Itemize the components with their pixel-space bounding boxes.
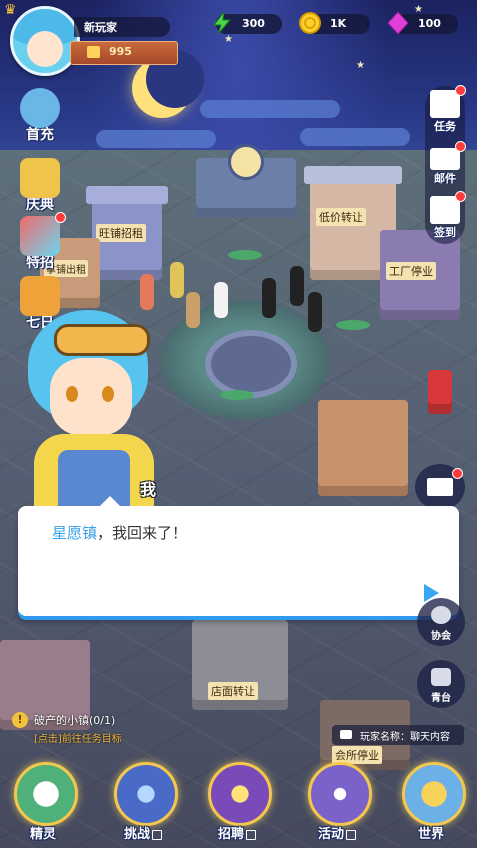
phone-booth[interactable] xyxy=(428,370,452,414)
menu-mail-label: 邮件 xyxy=(434,172,456,185)
special-recruit-icon xyxy=(20,212,66,256)
story-book-button[interactable] xyxy=(415,464,465,510)
shop-sign: 旺铺招租 xyxy=(96,224,146,242)
chat-text: 玩家名称：聊天内容 xyxy=(360,732,450,743)
chat-icon xyxy=(340,730,352,739)
star: ★ xyxy=(224,34,233,45)
shop-sign: 店面转让 xyxy=(208,682,258,700)
ruined-building[interactable]: 店面转让 xyxy=(192,620,288,710)
shop-sign: 工厂停业 xyxy=(386,262,436,280)
star-badge-icon xyxy=(308,762,372,826)
lock-icon xyxy=(152,829,162,840)
dialogue-body: ，我回来了！ xyxy=(97,524,188,542)
cloud xyxy=(300,128,410,146)
dialogue-text: 星愿镇，我回来了！ xyxy=(52,522,187,543)
menu-tasks[interactable]: 任务 xyxy=(427,85,466,134)
star: ★ xyxy=(356,60,365,71)
energy-value: 300 xyxy=(242,17,265,30)
panda-icon xyxy=(14,762,78,826)
coin-resource[interactable]: 1K xyxy=(299,12,370,34)
shop-sign: 低价转让 xyxy=(316,208,366,226)
task-book-icon xyxy=(430,85,466,118)
cloud xyxy=(96,130,216,148)
book-icon xyxy=(427,478,453,496)
palm-tree xyxy=(228,250,262,260)
gold-chest-icon xyxy=(87,46,100,58)
crown-icon: ♛ xyxy=(4,2,17,18)
player-gold-plate[interactable]: 995 xyxy=(70,41,178,65)
clock-tower-building[interactable] xyxy=(196,144,296,218)
menu-signin-label: 签到 xyxy=(434,226,456,239)
clock-icon xyxy=(228,144,264,180)
nav-world-label: 世界 xyxy=(417,827,444,842)
player-gold-value: 995 xyxy=(109,45,132,58)
nav-activity-label: 活动 xyxy=(300,823,374,842)
vortex-icon xyxy=(114,762,178,826)
fountain[interactable] xyxy=(205,330,297,398)
world-map-icon xyxy=(402,762,466,826)
dialogue-speaker: 我 xyxy=(140,480,157,499)
gift-signin-icon xyxy=(430,191,466,224)
player-name: 新玩家 xyxy=(84,21,117,34)
nav-recruit[interactable]: 招聘 xyxy=(206,762,272,848)
stage-button[interactable]: 青台 xyxy=(417,660,465,708)
exclamation-icon: ! xyxy=(12,712,28,728)
nav-spirit-label: 精灵 xyxy=(29,827,56,842)
energy-resource[interactable]: 300 xyxy=(212,11,282,35)
lock-icon xyxy=(346,829,356,840)
nav-challenge-label: 挑战 xyxy=(106,823,180,842)
guild-icon xyxy=(431,606,451,624)
menu-tasks-label: 任务 xyxy=(434,120,456,133)
menu-mail[interactable]: 邮件 xyxy=(427,141,466,186)
player-avatar[interactable] xyxy=(10,6,80,76)
menu-celebration[interactable]: 庆典 xyxy=(14,158,66,214)
menu-first-recharge[interactable]: 首充 xyxy=(14,88,66,144)
ruined-building[interactable] xyxy=(318,400,408,496)
gem-icon xyxy=(387,11,409,35)
recruit-orb-icon xyxy=(208,762,272,826)
player-name-plate: 新玩家 xyxy=(74,17,170,37)
gem-value: 100 xyxy=(418,17,441,30)
coin-icon xyxy=(299,12,321,34)
dialogue-highlight: 星愿镇 xyxy=(52,524,98,542)
nav-spirit[interactable]: 精灵 xyxy=(12,762,78,848)
guild-button[interactable]: 协会 xyxy=(417,598,465,646)
dialogue-box[interactable]: 星愿镇，我回来了！ xyxy=(18,496,459,616)
chat-bar[interactable]: 玩家名称：聊天内容 xyxy=(332,725,464,745)
gem-resource[interactable]: 100 xyxy=(387,11,458,35)
first-recharge-icon xyxy=(20,88,60,128)
mail-icon xyxy=(430,141,466,170)
lock-icon xyxy=(246,829,256,840)
coin-value: 1K xyxy=(330,17,347,30)
menu-special-recruit[interactable]: 特招 xyxy=(14,212,66,272)
palm-tree xyxy=(220,390,254,400)
moon xyxy=(132,50,204,118)
nav-world[interactable]: 世界 xyxy=(400,762,466,848)
stage-icon xyxy=(431,668,451,686)
nav-challenge[interactable]: 挑战 xyxy=(112,762,178,848)
cloud xyxy=(200,100,340,118)
nav-recruit-label: 招聘 xyxy=(200,823,274,842)
nav-activity[interactable]: 活动 xyxy=(306,762,372,848)
celebration-icon xyxy=(20,158,60,198)
menu-signin[interactable]: 签到 xyxy=(427,191,466,240)
task-hint[interactable]: [点击]前往任务目标 xyxy=(34,730,122,745)
task-title: 破产的小镇(0/1) xyxy=(34,714,116,727)
guild-label: 协会 xyxy=(431,631,451,642)
palm-tree xyxy=(336,320,370,330)
dialogue-pointer xyxy=(98,496,122,508)
stage-label: 青台 xyxy=(431,693,451,704)
lightning-icon xyxy=(212,11,232,35)
